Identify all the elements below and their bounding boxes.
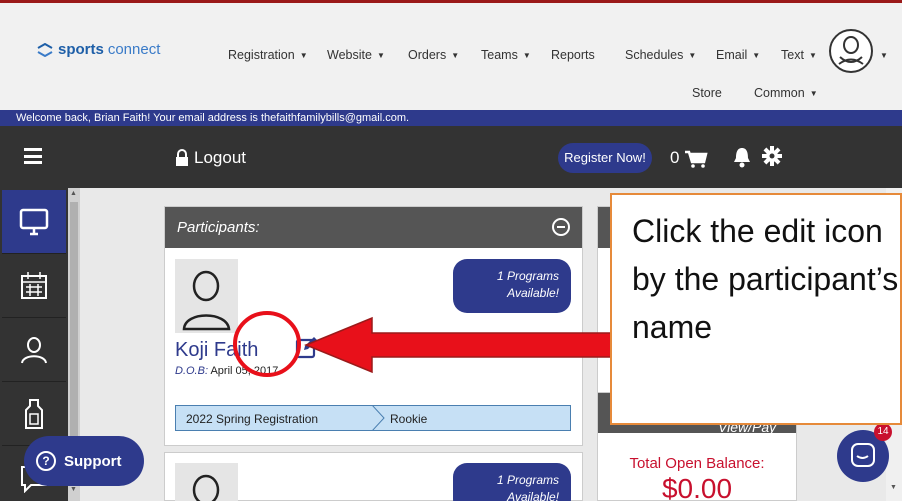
dob-value: April 05, 2017 xyxy=(210,365,279,377)
participant-name[interactable]: Koji Faith xyxy=(175,339,258,362)
top-nav: sports connect Registration ▼ Website ▼ Ord… xyxy=(0,0,902,110)
person-placeholder-icon xyxy=(192,474,220,501)
instruction-text: Click the edit icon by the participant’s… xyxy=(632,213,899,345)
chevron-divider-icon xyxy=(372,405,385,431)
user-avatar-icon xyxy=(838,36,864,65)
registration-level: Rookie xyxy=(390,412,428,426)
welcome-bar: Welcome back, Brian Faith! Your email ad… xyxy=(0,110,902,126)
caret-down-icon: ▼ xyxy=(809,89,818,99)
bell-icon[interactable] xyxy=(732,146,752,168)
nav-orders[interactable]: Orders ▼ xyxy=(408,48,459,62)
support-button[interactable]: ? Support xyxy=(24,436,144,486)
programs-available-badge-2[interactable]: 1 Programs Available! xyxy=(453,463,571,501)
caret-down-icon: ▼ xyxy=(451,51,460,61)
page: sports connect Registration ▼ Website ▼ Ord… xyxy=(0,0,902,501)
caret-down-icon: ▼ xyxy=(752,51,761,61)
caret-down-icon: ▼ xyxy=(522,51,531,61)
caret-down-icon: ▼ xyxy=(299,51,308,61)
participant-photo-2 xyxy=(175,463,238,501)
registration-bar[interactable]: 2022 Spring Registration Rookie xyxy=(175,405,571,431)
participants-header: Participants: xyxy=(165,207,582,248)
instruction-callout: Click the edit icon by the participant’s… xyxy=(610,193,902,425)
balance-amount: $0.00 xyxy=(661,473,733,501)
participant-photo xyxy=(175,259,238,333)
programs-count: 1 Programs xyxy=(496,269,559,283)
nav-website[interactable]: Website ▼ xyxy=(327,48,385,62)
nav-label: Store xyxy=(692,86,722,100)
chat-notification-badge: 14 xyxy=(874,423,892,441)
nav-teams[interactable]: Teams ▼ xyxy=(481,48,531,62)
cart-icon[interactable] xyxy=(684,150,708,168)
brand-logo[interactable]: sports connect xyxy=(36,41,160,58)
brand-bold: sports xyxy=(58,41,104,58)
nav-label: Email xyxy=(716,48,748,62)
nav-label: Text xyxy=(781,48,804,62)
jersey-icon xyxy=(25,398,43,429)
gear-icon[interactable] xyxy=(762,146,782,166)
nav-common[interactable]: Common ▼ xyxy=(754,86,818,100)
caret-down-icon: ▼ xyxy=(376,51,385,61)
caret-down-icon: ▼ xyxy=(688,51,697,61)
chat-icon xyxy=(851,443,875,467)
dob-label: D.O.B: xyxy=(175,365,209,377)
sidebar-calendar[interactable] xyxy=(2,254,66,318)
toolbar: Logout Register Now! 0 xyxy=(0,126,902,188)
scroll-thumb[interactable] xyxy=(70,202,78,442)
edit-icon[interactable] xyxy=(295,335,319,359)
hamburger-menu-icon[interactable] xyxy=(24,148,42,164)
question-icon: ? xyxy=(36,451,56,471)
calendar-icon xyxy=(21,271,47,299)
nav-schedules[interactable]: Schedules ▼ xyxy=(625,48,696,62)
nav-store[interactable]: Store xyxy=(692,86,722,100)
nav-label: Teams xyxy=(481,48,518,62)
participant-dob: D.O.B: April 05, 2017 xyxy=(175,365,278,377)
nav-registration[interactable]: Registration ▼ xyxy=(228,48,308,62)
scroll-up-icon[interactable]: ▲ xyxy=(70,190,77,197)
nav-label: Reports xyxy=(551,48,595,62)
programs-available-label-2: Available! xyxy=(507,490,559,501)
sidebar-dashboard[interactable] xyxy=(2,190,66,254)
support-label: Support xyxy=(64,452,122,470)
nav-reports[interactable]: Reports xyxy=(551,48,595,62)
nav-label: Registration xyxy=(228,48,295,62)
nav-text[interactable]: Text ▼ xyxy=(781,48,817,62)
logout-button[interactable]: Logout xyxy=(174,148,246,168)
brand-light: connect xyxy=(107,41,161,58)
participants-card: Participants: 1 Programs Available! Koji… xyxy=(164,206,583,446)
participant-card-2: 1 Programs Available! xyxy=(164,452,583,501)
logout-label: Logout xyxy=(194,148,246,167)
avatar-caret-icon[interactable]: ▼ xyxy=(880,51,888,60)
nav-email[interactable]: Email ▼ xyxy=(716,48,760,62)
programs-available-badge[interactable]: 1 Programs Available! xyxy=(453,259,571,313)
scroll-down-icon[interactable]: ▼ xyxy=(890,484,897,491)
scroll-down-icon[interactable]: ▼ xyxy=(70,486,77,493)
logo-icon xyxy=(37,42,53,57)
person-icon xyxy=(21,336,47,363)
balance-label: Total Open Balance: xyxy=(629,455,765,472)
sidebar-profile[interactable] xyxy=(2,318,66,382)
nav-label: Website xyxy=(327,48,372,62)
monitor-icon xyxy=(19,208,49,235)
collapse-icon[interactable] xyxy=(552,218,570,236)
register-now-button[interactable]: Register Now! xyxy=(558,143,652,173)
user-avatar[interactable] xyxy=(829,29,873,73)
person-placeholder-icon xyxy=(182,270,231,331)
nav-label: Schedules xyxy=(625,48,684,62)
caret-down-icon: ▼ xyxy=(808,51,817,61)
programs-available-label: Available! xyxy=(507,286,559,300)
cart-count: 0 xyxy=(670,148,680,167)
participants-title: Participants: xyxy=(177,219,260,236)
lock-icon xyxy=(176,149,188,166)
nav-label: Common xyxy=(754,86,805,100)
programs-count-2: 1 Programs xyxy=(496,473,559,487)
nav-label: Orders xyxy=(408,48,447,62)
registration-season: 2022 Spring Registration xyxy=(186,412,319,426)
